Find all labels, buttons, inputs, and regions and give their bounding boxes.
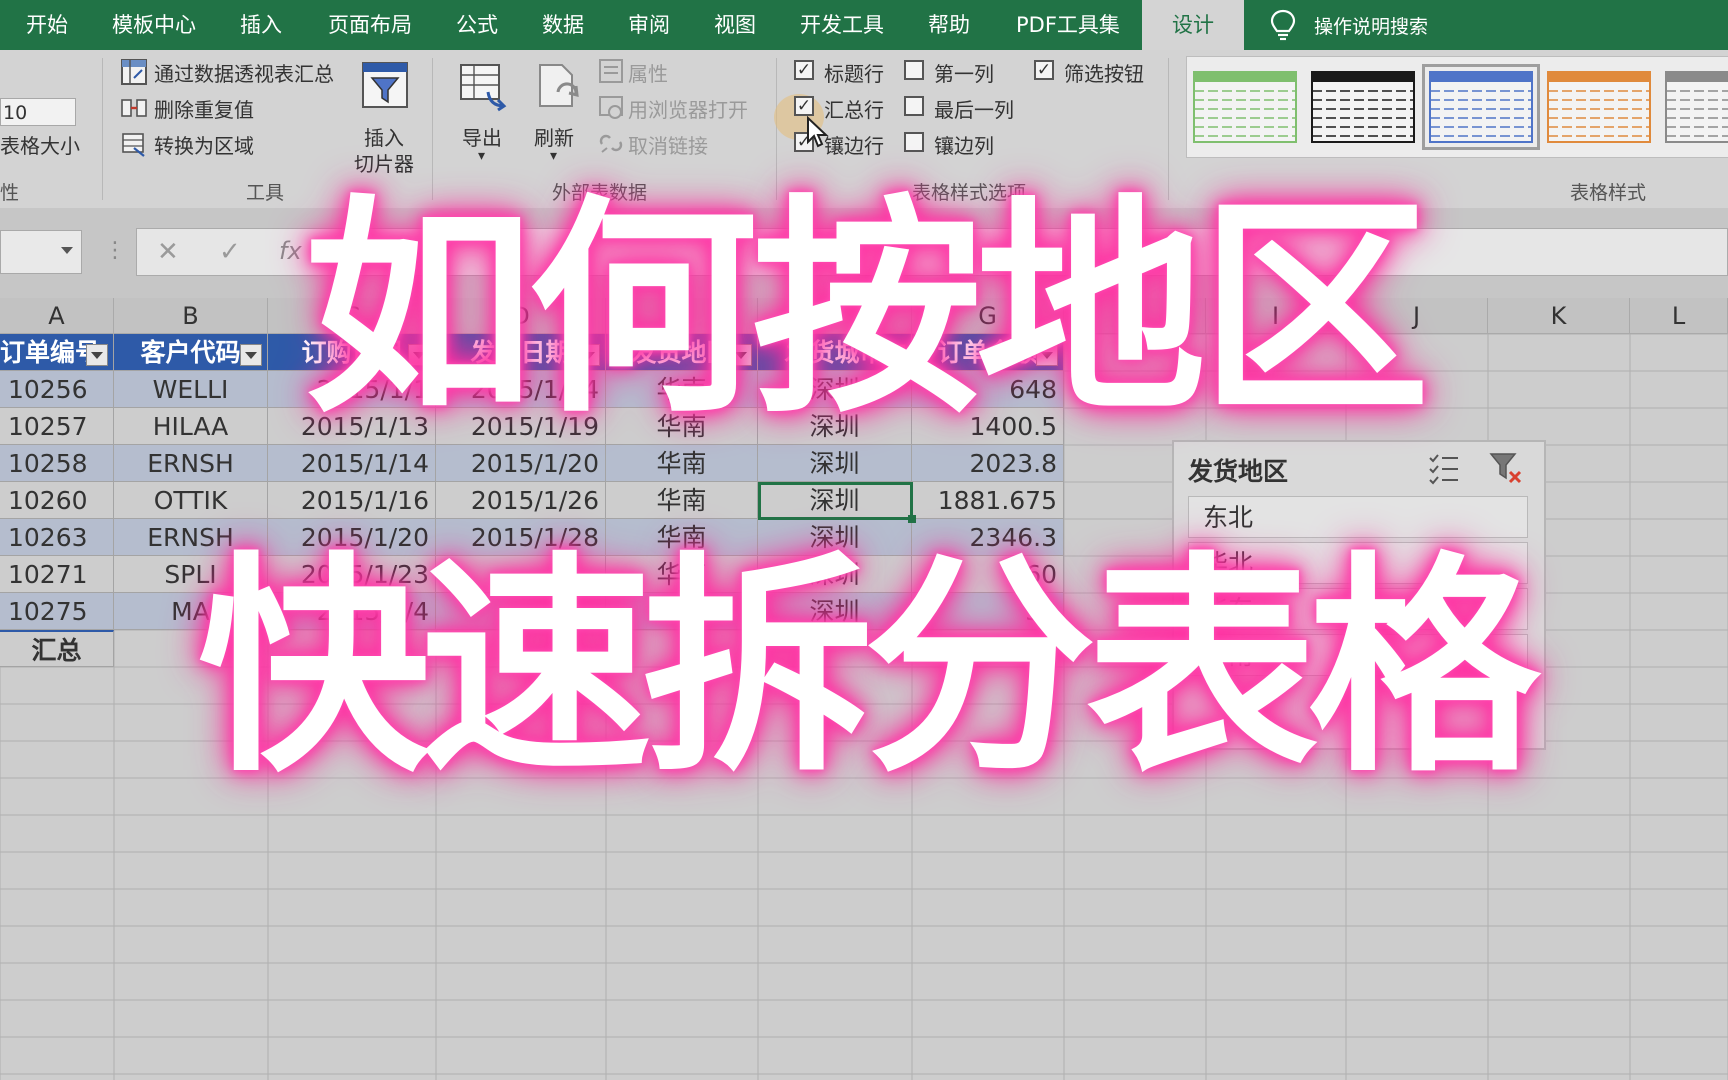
- overlay-title-line-1: 如何按地区: [303, 177, 1430, 444]
- summarize-pivot-button[interactable]: 通过数据透视表汇总: [154, 58, 334, 87]
- table-cell[interactable]: 华南: [606, 482, 758, 519]
- export-label: 导出: [462, 126, 502, 150]
- last-column-label: 最后一列: [934, 98, 1014, 122]
- menu-tab-7[interactable]: 视图: [714, 0, 756, 50]
- menu-tab-11[interactable]: 设计: [1142, 0, 1244, 50]
- table-style-preview-icon: [1193, 71, 1297, 143]
- insert-slicer-label-line1: 插入: [364, 126, 404, 150]
- table-cell[interactable]: 2015/1/26: [436, 482, 606, 519]
- remove-duplicates-button[interactable]: 删除重复值: [154, 94, 254, 123]
- pivot-summarize-icon: [121, 59, 147, 85]
- menu-tab-10[interactable]: PDF工具集: [1016, 0, 1120, 50]
- menu-tab-0[interactable]: 开始: [26, 0, 68, 50]
- table-style-swatch[interactable]: [1547, 71, 1651, 143]
- table-name-input[interactable]: 10: [0, 98, 76, 126]
- total-row-label: 汇总行: [824, 98, 884, 122]
- filter-button-checkbox[interactable]: ✓: [1034, 60, 1054, 80]
- table-cell[interactable]: 2015/1/16: [268, 482, 436, 519]
- table-cell[interactable]: 10260: [0, 482, 114, 519]
- active-cell-selection: [758, 482, 913, 520]
- unlink-icon: [599, 134, 623, 153]
- last-column-checkbox[interactable]: [904, 96, 924, 116]
- table-style-preview-icon: [1665, 71, 1728, 143]
- table-cell[interactable]: 10258: [0, 445, 114, 482]
- menu-tab-1[interactable]: 模板中心: [112, 0, 196, 50]
- refresh-icon: [539, 64, 579, 107]
- tell-me-search[interactable]: 操作说明搜索: [1268, 0, 1428, 50]
- header-row-label: 标题行: [824, 62, 884, 86]
- convert-to-range-button[interactable]: 转换为区域: [154, 130, 254, 159]
- refresh-label: 刷新: [534, 126, 574, 150]
- table-cell[interactable]: 华南: [606, 445, 758, 482]
- table-styles-gallery: [1186, 56, 1728, 158]
- group-separator: [102, 58, 103, 200]
- convert-to-range-icon: [122, 133, 145, 157]
- menu-tab-4[interactable]: 公式: [456, 0, 498, 50]
- menu-tab-8[interactable]: 开发工具: [800, 0, 884, 50]
- header-row-checkbox[interactable]: ✓: [794, 60, 814, 80]
- table-cell[interactable]: 2015/1/14: [268, 445, 436, 482]
- unlink-button[interactable]: 取消链接: [628, 130, 708, 159]
- table-cell[interactable]: 1881.675: [912, 482, 1064, 519]
- overlay-title-line-2: 快速拆分表格: [197, 533, 1540, 803]
- open-in-browser-icon: [599, 96, 623, 119]
- resize-table-button[interactable]: 表格大小: [0, 130, 80, 159]
- mouse-cursor-icon: [807, 116, 829, 148]
- table-style-swatch[interactable]: [1311, 71, 1415, 143]
- table-cell[interactable]: ERNSH: [114, 445, 268, 482]
- filter-button-label: 筛选按钮: [1064, 62, 1144, 86]
- open-in-browser-button[interactable]: 用浏览器打开: [628, 94, 748, 123]
- fill-handle[interactable]: [908, 515, 916, 523]
- first-column-checkbox[interactable]: [904, 60, 924, 80]
- menu-bar: 操作说明搜索 开始 模板中心 插入 页面布局 公式 数据 审阅 视图 开发工具 帮助 PDF工具集设…: [0, 0, 1728, 50]
- table-cell[interactable]: 10263: [0, 519, 114, 556]
- total-row-checkbox[interactable]: ✓: [794, 96, 814, 116]
- clear-filter-icon[interactable]: [1488, 450, 1524, 486]
- insert-slicer-label-line2: 切片器: [354, 152, 414, 176]
- banded-columns-label: 镶边列: [934, 134, 994, 158]
- menu-tab-6[interactable]: 审阅: [628, 0, 670, 50]
- table-style-preview-icon: [1429, 71, 1533, 143]
- tell-me-label: 操作说明搜索: [1314, 15, 1429, 38]
- table-cell[interactable]: 深圳: [758, 445, 912, 482]
- banded-columns-checkbox[interactable]: [904, 132, 924, 152]
- properties-icon: [599, 59, 623, 83]
- multi-select-icon[interactable]: [1426, 450, 1462, 486]
- banded-rows-label: 镶边行: [824, 134, 884, 158]
- table-cell[interactable]: 2023.8: [912, 445, 1064, 482]
- remove-duplicates-icon: [121, 99, 147, 117]
- properties-button[interactable]: 属性: [628, 58, 668, 87]
- table-style-swatch[interactable]: [1665, 71, 1728, 143]
- slicer-item[interactable]: 东北: [1188, 496, 1528, 538]
- table-cell[interactable]: 2015/1/20: [436, 445, 606, 482]
- export-dropdown-icon: ▾: [478, 148, 486, 164]
- menu-tab-5[interactable]: 数据: [542, 0, 584, 50]
- first-column-label: 第一列: [934, 62, 994, 86]
- menu-tab-9[interactable]: 帮助: [928, 0, 970, 50]
- table-style-preview-icon: [1311, 71, 1415, 143]
- table-style-swatch[interactable]: [1193, 71, 1297, 143]
- slicer-icon: [362, 62, 408, 108]
- lightbulb-icon: [1270, 9, 1296, 41]
- menu-tab-2[interactable]: 插入: [240, 0, 282, 50]
- refresh-dropdown-icon: ▾: [550, 148, 558, 164]
- menu-tab-3[interactable]: 页面布局: [328, 0, 412, 50]
- table-cell[interactable]: OTTIK: [114, 482, 268, 519]
- table-style-swatch[interactable]: [1422, 64, 1540, 150]
- table-style-preview-icon: [1547, 71, 1651, 143]
- excel-window: 操作说明搜索 开始 模板中心 插入 页面布局 公式 数据 审阅 视图 开发工具 帮助 PDF工具集设…: [0, 0, 1728, 1080]
- export-icon: [460, 64, 507, 112]
- slicer-title: 发货地区: [1188, 457, 1289, 486]
